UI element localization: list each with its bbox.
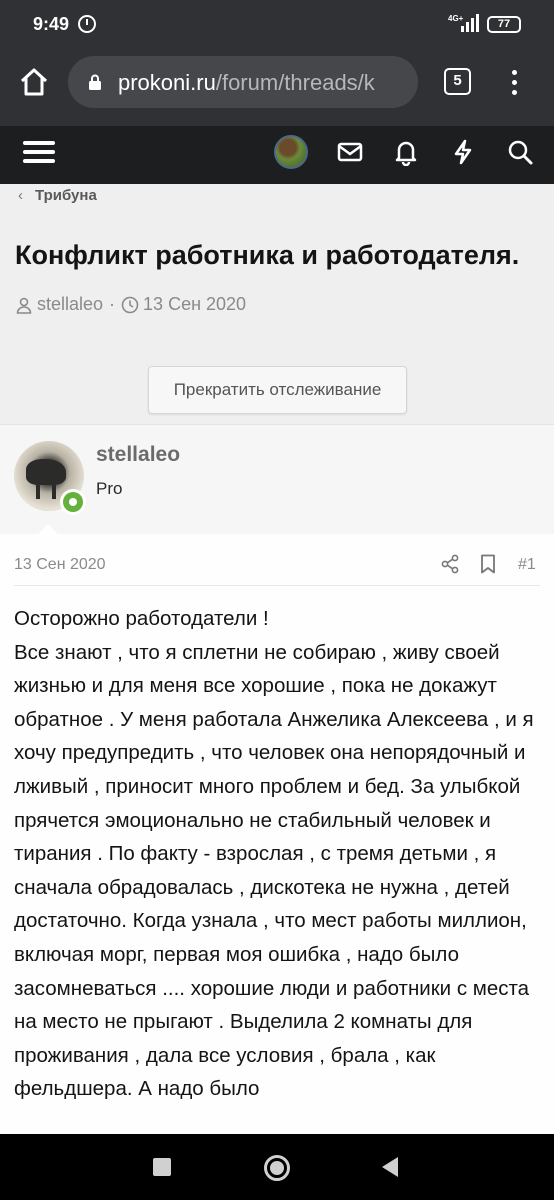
chevron-left-icon: ‹ <box>18 187 23 204</box>
bolt-icon[interactable] <box>449 138 477 166</box>
url-text: prokoni.ru/forum/threads/k <box>118 70 375 95</box>
post-body: Осторожно работодатели ! Все знают , что… <box>14 607 534 1101</box>
system-nav-bar <box>0 1134 554 1200</box>
thread-date[interactable]: 13 Сен 2020 <box>143 294 246 315</box>
menu-icon[interactable] <box>23 139 55 165</box>
post-username[interactable]: stellaleo <box>96 443 180 467</box>
thread-author[interactable]: stellaleo <box>37 294 103 315</box>
post-user-block: stellaleo Pro <box>0 424 554 534</box>
post-date[interactable]: 13 Сен 2020 <box>14 556 106 574</box>
user-icon <box>16 297 32 314</box>
more-vert-icon[interactable] <box>505 68 525 98</box>
back-triangle-icon[interactable] <box>382 1157 398 1177</box>
horse-leg <box>52 481 56 499</box>
clock: 9:49 <box>33 14 70 34</box>
address-bar[interactable]: prokoni.ru/forum/threads/k <box>68 56 418 108</box>
clock-icon <box>121 296 139 313</box>
meta-separator: · <box>109 294 116 314</box>
avatar[interactable] <box>274 135 308 169</box>
page-content: ‹ Трибуна Конфликт работника и работодате… <box>0 184 554 1134</box>
browser-toolbar: prokoni.ru/forum/threads/k 5 <box>0 50 554 122</box>
tabs-button[interactable]: 5 <box>444 68 471 95</box>
home-icon[interactable] <box>18 66 50 98</box>
home-circle-icon[interactable] <box>264 1155 290 1181</box>
thread-meta: stellaleo · 13 Сен 2020 <box>15 294 246 315</box>
horse-leg <box>36 481 40 499</box>
user-block-arrow <box>36 524 60 536</box>
page-title: Конфликт работника и работодателя. <box>15 240 520 270</box>
post-number[interactable]: #1 <box>518 556 536 574</box>
mail-icon[interactable] <box>336 138 364 166</box>
unwatch-button[interactable]: Прекратить отслеживание <box>148 366 407 414</box>
lock-icon <box>89 74 101 90</box>
online-status-icon <box>60 489 86 515</box>
user-rank: Pro <box>96 479 123 498</box>
alarm-icon <box>78 15 96 33</box>
square-icon[interactable] <box>153 1158 171 1176</box>
site-header <box>0 122 554 184</box>
search-icon[interactable] <box>506 138 534 166</box>
bookmark-icon[interactable] <box>480 554 496 574</box>
signal-icon <box>461 14 479 32</box>
header-strip <box>0 122 554 126</box>
bell-icon[interactable] <box>392 138 420 166</box>
breadcrumb-label: Трибуна <box>35 187 97 204</box>
post-meta: 13 Сен 2020 #1 <box>14 554 540 586</box>
share-icon[interactable] <box>440 554 460 574</box>
horse-shape <box>26 459 66 485</box>
thread-header: ‹ Трибуна Конфликт работника и работодате… <box>0 184 554 424</box>
status-bar: 9:49 4G+ 77 <box>0 0 554 50</box>
battery-icon: 77 <box>487 16 521 33</box>
breadcrumb[interactable]: ‹ Трибуна <box>18 187 97 204</box>
